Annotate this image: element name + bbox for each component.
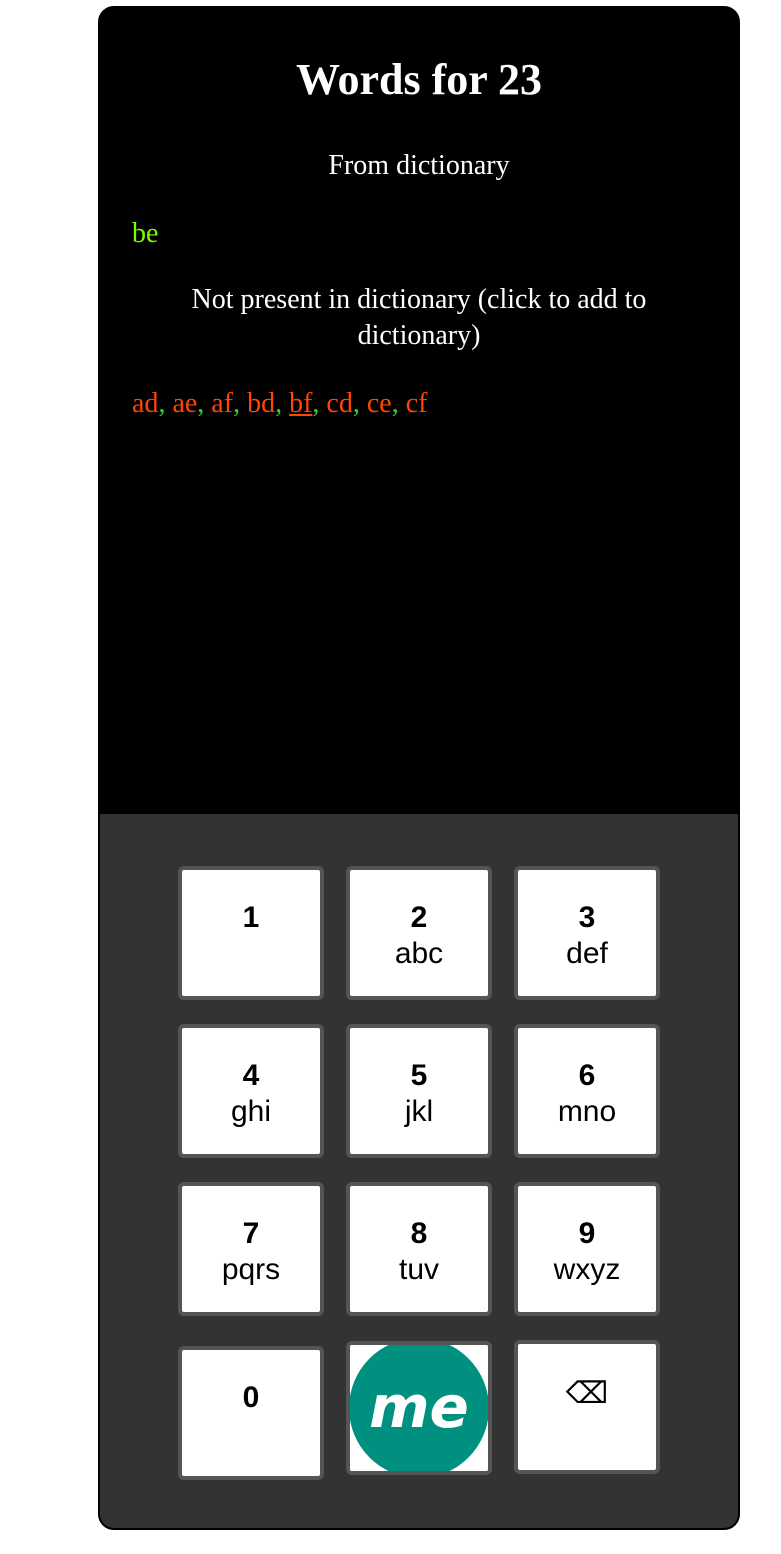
word-separator: , [352, 388, 360, 419]
missing-word-list: ad, ae, af, bd, bf, cd, ce, cf [132, 386, 427, 422]
key-letters: ghi [230, 1095, 272, 1128]
missing-word[interactable]: cd [326, 388, 352, 419]
dictionary-word: be [132, 218, 159, 249]
missing-word-hovered[interactable]: bf [289, 388, 312, 419]
key-0[interactable]: 0 [178, 1346, 324, 1480]
missing-word[interactable]: bd [247, 388, 275, 419]
key-number: 5 [410, 1059, 428, 1092]
key-letters: def [566, 937, 608, 970]
dictionary-heading: From dictionary [328, 150, 510, 181]
key-number: 4 [242, 1059, 260, 1092]
missing-word[interactable]: ae [172, 388, 197, 419]
key-9[interactable]: 9 wxyz [514, 1182, 660, 1316]
key-4[interactable]: 4 ghi [178, 1024, 324, 1158]
word-separator: , [233, 388, 241, 419]
missing-word[interactable]: ce [367, 388, 392, 419]
me-logo-icon: me [350, 1345, 488, 1471]
key-8[interactable]: 8 tuv [346, 1182, 492, 1316]
key-1[interactable]: 1 [178, 866, 324, 1000]
key-3[interactable]: 3 def [514, 866, 660, 1000]
word-separator: , [158, 388, 166, 419]
backspace-button[interactable]: ⌫ [514, 1340, 660, 1474]
missing-word[interactable]: cf [406, 388, 428, 419]
key-letters: jkl [404, 1095, 434, 1128]
key-number: 2 [410, 901, 428, 934]
key-number: 1 [242, 901, 260, 934]
backspace-icon: ⌫ [565, 1377, 609, 1410]
key-letters: tuv [398, 1253, 440, 1286]
key-number: 7 [242, 1217, 260, 1250]
key-letters: mno [557, 1095, 617, 1128]
me-logo-text: me [369, 1373, 469, 1441]
display-screen: Words for 23 From dictionary be Not pres… [100, 8, 738, 814]
key-number: 8 [410, 1217, 428, 1250]
key-letters: pqrs [221, 1253, 281, 1286]
word-separator: , [312, 388, 320, 419]
key-letters: wxyz [553, 1253, 621, 1286]
key-number: 9 [578, 1217, 596, 1250]
missing-word[interactable]: af [211, 388, 233, 419]
keypad: 1 2 abc 3 def 4 ghi 5 jkl 6 mno 7 pqrs 8… [100, 814, 738, 1528]
key-number: 3 [578, 901, 596, 934]
me-logo-button[interactable]: me [346, 1341, 492, 1475]
key-letters: abc [394, 937, 444, 970]
page-title: Words for 23 [295, 55, 543, 104]
key-number: 0 [242, 1381, 260, 1414]
key-2[interactable]: 2 abc [346, 866, 492, 1000]
key-6[interactable]: 6 mno [514, 1024, 660, 1158]
key-7[interactable]: 7 pqrs [178, 1182, 324, 1316]
not-in-dictionary-heading: Not present in dictionary (click to add … [191, 284, 647, 351]
word-separator: , [197, 388, 205, 419]
phone-frame: Words for 23 From dictionary be Not pres… [98, 6, 740, 1530]
word-separator: , [391, 388, 399, 419]
dictionary-word-list: be [132, 216, 158, 252]
missing-word[interactable]: ad [132, 388, 158, 419]
key-number: 6 [578, 1059, 596, 1092]
word-separator: , [275, 388, 283, 419]
key-5[interactable]: 5 jkl [346, 1024, 492, 1158]
